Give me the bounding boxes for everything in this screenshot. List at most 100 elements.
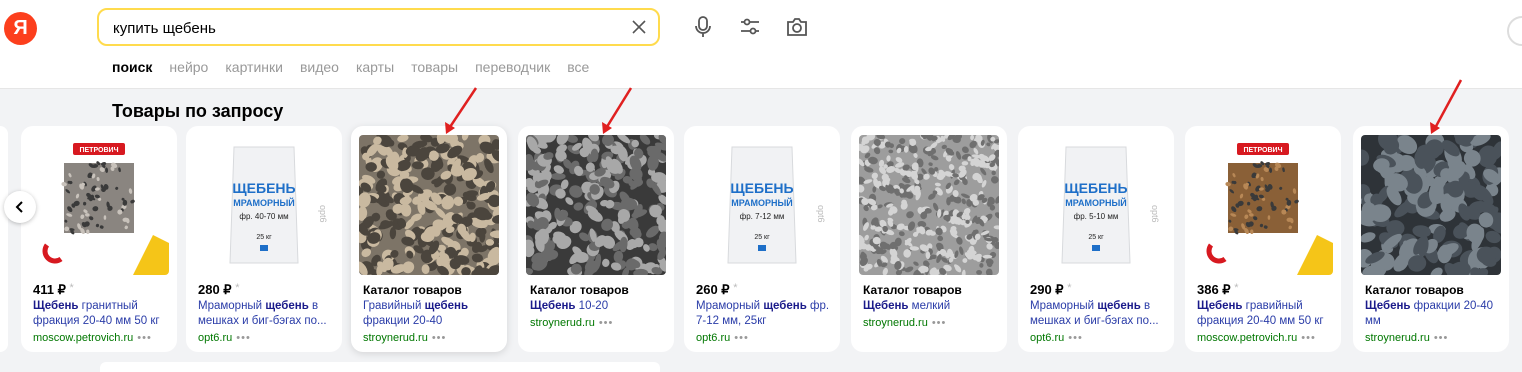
more-icon[interactable]: ••• [432, 332, 447, 344]
bag-label: фр. 7-12 мм [740, 212, 785, 221]
product-site[interactable]: stroynerud.ru ••• [363, 332, 446, 344]
product-title-link[interactable]: Щебень 10-20 [530, 299, 666, 314]
annotation-arrow [445, 87, 478, 134]
header: Я поиск нейро картинки видео карты товар… [0, 0, 1522, 89]
product-site[interactable]: stroynerud.ru ••• [530, 317, 613, 329]
more-icon[interactable]: ••• [734, 332, 749, 344]
product-title-link[interactable]: Щебень фракции 20-40 мм [1365, 299, 1501, 329]
product-site[interactable]: moscow.petrovich.ru ••• [1197, 332, 1316, 344]
camera-search-icon[interactable] [784, 14, 810, 40]
product-title-link[interactable]: Гравийный щебень фракции 20-40 [363, 299, 499, 329]
product-card[interactable]: Каталог товаров Щебень мелкий stroynerud.r… [851, 126, 1007, 352]
product-thumbnail[interactable]: ЩЕБЕНЬ МРАМОРНЫЙ фр. 40-70 мм 25 кг opt6 [194, 135, 334, 275]
bag-label: фр. 40-70 мм [239, 212, 288, 221]
petrovich-logo: ПЕТРОВИЧ [1243, 147, 1282, 154]
yandex-logo[interactable]: Я [4, 12, 37, 45]
svg-text:opt6: opt6 [318, 205, 328, 223]
product-card[interactable]: ЩЕБЕНЬ МРАМОРНЫЙ фр. 5-10 мм 25 кг opt6 … [1018, 126, 1174, 352]
bag-label: 25 кг [754, 234, 770, 241]
product-title-link[interactable]: Щебень гравийный фракция 20-40 мм 50 кг [1197, 299, 1333, 329]
clear-icon[interactable] [630, 18, 648, 36]
filters-icon[interactable] [737, 14, 763, 40]
price-footnote: * [733, 282, 738, 294]
product-price: 386 ₽ * [1197, 282, 1239, 297]
product-card[interactable]: ПЕТРОВИЧ 386 ₽ * Щебень гравийный фракция… [1185, 126, 1341, 352]
more-icon[interactable]: ••• [1301, 332, 1316, 344]
product-title-link[interactable]: Щебень гранитный фракция 20-40 мм 50 кг [33, 299, 169, 329]
product-price: 290 ₽ * [1030, 282, 1072, 297]
product-card[interactable]: ЩЕБЕНЬ МРАМОРНЫЙ фр. 40-70 мм 25 кг opt6… [186, 126, 342, 352]
more-icon[interactable]: ••• [137, 332, 152, 344]
product-site[interactable]: opt6.ru ••• [1030, 332, 1083, 344]
product-card[interactable]: Каталог товаров Щебень фракции 20-40 мм st… [1353, 126, 1509, 352]
tab-all[interactable]: все [567, 59, 589, 75]
search-box[interactable] [97, 8, 660, 46]
product-image [359, 135, 499, 275]
svg-text:opt6: opt6 [816, 205, 826, 223]
product-thumbnail[interactable]: ПЕТРОВИЧ [1193, 135, 1333, 275]
product-site[interactable]: stroynerud.ru ••• [1365, 332, 1448, 344]
price-footnote: * [69, 282, 74, 294]
tab-images[interactable]: картинки [225, 59, 283, 75]
product-image [526, 135, 666, 275]
product-thumbnail[interactable] [859, 135, 999, 275]
more-icon[interactable]: ••• [236, 332, 251, 344]
tab-search[interactable]: поиск [112, 59, 152, 75]
product-price: 260 ₽ * [696, 282, 738, 297]
product-thumbnail[interactable] [526, 135, 666, 275]
product-image: ПЕТРОВИЧ [1193, 135, 1333, 275]
product-image: ЩЕБЕНЬ МРАМОРНЫЙ фр. 40-70 мм 25 кг opt6 [194, 135, 334, 275]
product-image: ЩЕБЕНЬ МРАМОРНЫЙ фр. 5-10 мм 25 кг opt6 [1026, 135, 1166, 275]
more-icon[interactable]: ••• [932, 317, 947, 329]
product-site[interactable]: opt6.ru ••• [198, 332, 251, 344]
price-footnote: * [1234, 282, 1239, 294]
svg-text:opt6: opt6 [1150, 205, 1160, 223]
product-image: ПЕТРОВИЧ [29, 135, 169, 275]
price-footnote: * [235, 282, 240, 294]
search-input[interactable] [111, 16, 615, 40]
bag-label: 25 кг [1088, 234, 1104, 241]
product-site[interactable]: stroynerud.ru ••• [863, 317, 946, 329]
product-site[interactable]: moscow.petrovich.ru ••• [33, 332, 152, 344]
more-icon[interactable]: ••• [599, 317, 614, 329]
bag-label: ЩЕБЕНЬ [730, 180, 793, 196]
product-title-link[interactable]: Мраморный щебень в мешках и биг-бэгах по… [1030, 299, 1166, 329]
product-thumbnail[interactable] [359, 135, 499, 275]
product-card[interactable]: ПЕТРОВИЧ 411 ₽ * Щебень гранитный фракция… [21, 126, 177, 352]
product-thumbnail[interactable] [1361, 135, 1501, 275]
catalog-title: Каталог товаров [1365, 283, 1464, 297]
tab-video[interactable]: видео [300, 59, 339, 75]
product-title-link[interactable]: Щебень мелкий [863, 299, 999, 314]
product-card[interactable]: ЩЕБЕНЬ МРАМОРНЫЙ фр. 7-12 мм 25 кг opt6 … [684, 126, 840, 352]
catalog-title: Каталог товаров [530, 283, 629, 297]
bag-label: ЩЕБЕНЬ [232, 180, 295, 196]
bag-label: МРАМОРНЫЙ [233, 197, 295, 208]
product-site[interactable]: opt6.ru ••• [696, 332, 749, 344]
tab-neuro[interactable]: нейро [169, 59, 208, 75]
catalog-title: Каталог товаров [363, 283, 462, 297]
annotation-arrow [602, 87, 633, 134]
carousel-prev-button[interactable] [4, 191, 36, 223]
more-icon[interactable]: ••• [1434, 332, 1449, 344]
chevron-left-icon [15, 201, 23, 213]
more-icon[interactable]: ••• [1068, 332, 1083, 344]
tab-translator[interactable]: переводчик [475, 59, 550, 75]
bag-label: фр. 5-10 мм [1074, 212, 1119, 221]
product-thumbnail[interactable]: ЩЕБЕНЬ МРАМОРНЫЙ фр. 7-12 мм 25 кг opt6 [692, 135, 832, 275]
product-card[interactable]: Каталог товаров Гравийный щебень фракции … [351, 126, 507, 352]
next-section-edge [100, 362, 660, 372]
product-title-link[interactable]: Мраморный щебень в мешках и биг-бэгах по… [198, 299, 334, 329]
products-heading: Товары по запросу [112, 101, 284, 121]
tab-maps[interactable]: карты [356, 59, 394, 75]
tab-goods[interactable]: товары [411, 59, 458, 75]
product-thumbnail[interactable]: ПЕТРОВИЧ [29, 135, 169, 275]
price-footnote: * [1067, 282, 1072, 294]
search-tabs: поиск нейро картинки видео карты товары … [112, 59, 606, 75]
product-title-link[interactable]: Мраморный щебень фр. 7-12 мм, 25кг [696, 299, 832, 329]
bag-label: 25 кг [256, 234, 272, 241]
bag-label: МРАМОРНЫЙ [1065, 197, 1127, 208]
browser-extension-icon[interactable] [1507, 16, 1522, 46]
microphone-icon[interactable] [690, 14, 716, 40]
product-card[interactable]: Каталог товаров Щебень 10-20 stroynerud.ru… [518, 126, 674, 352]
product-thumbnail[interactable]: ЩЕБЕНЬ МРАМОРНЫЙ фр. 5-10 мм 25 кг opt6 [1026, 135, 1166, 275]
